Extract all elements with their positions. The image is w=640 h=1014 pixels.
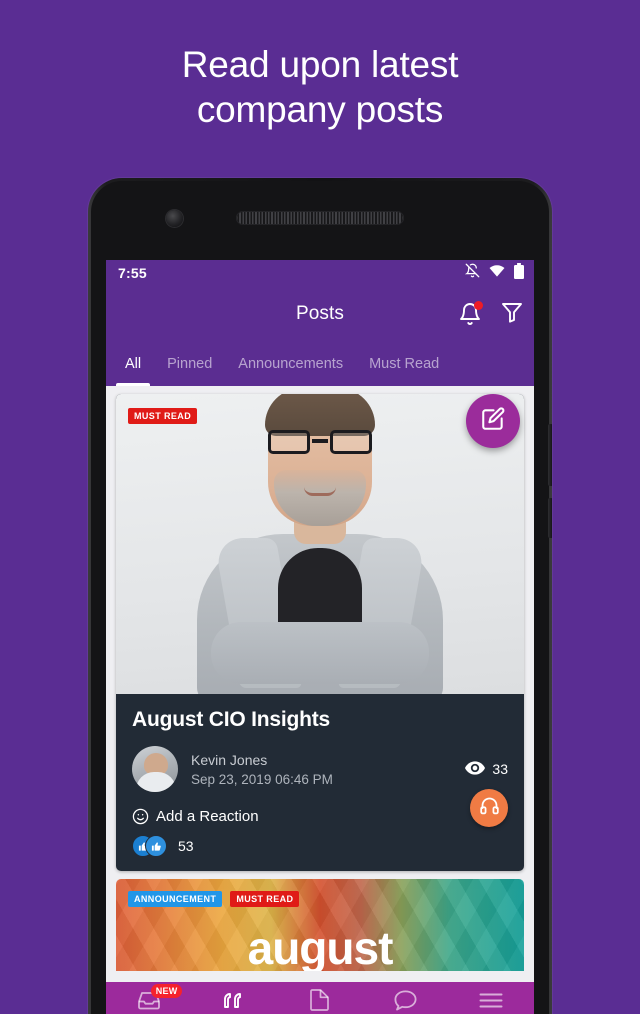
post-meta: Kevin Jones Sep 23, 2019 06:46 PM 33 — [132, 746, 508, 792]
notifications-button[interactable] — [458, 301, 483, 326]
eye-icon — [465, 760, 486, 778]
file-icon — [310, 989, 330, 1014]
post-hero-title: august — [247, 922, 394, 971]
listen-audio-button[interactable] — [470, 789, 508, 827]
earpiece-speaker — [236, 211, 404, 225]
tab-label: Announcements — [238, 356, 344, 372]
filter-button[interactable] — [500, 300, 524, 329]
status-badge-must-read: MUST READ — [230, 891, 300, 907]
status-bar-clock: 7:55 — [118, 265, 147, 281]
posts-feed[interactable]: MUST READ August CIO Insights Kevin Jone… — [106, 386, 534, 1014]
nav-item-more[interactable]: More — [448, 982, 534, 1014]
compose-post-button[interactable] — [466, 394, 520, 448]
post-views-count: 33 — [492, 761, 508, 777]
wifi-icon — [489, 264, 505, 282]
post-hero-image: MUST READ — [116, 394, 524, 694]
tab-all[interactable]: All — [112, 342, 154, 386]
nav-item-chats[interactable]: Chats — [363, 982, 449, 1014]
tab-must-read[interactable]: Must Read — [356, 342, 452, 386]
post-views: 33 — [465, 760, 508, 778]
post-likes[interactable]: 53 — [132, 835, 508, 857]
thumbs-up-icon — [145, 835, 167, 857]
nav-item-news-feed[interactable]: NEW News Feed — [106, 982, 192, 1014]
tab-label: Must Read — [369, 356, 440, 372]
smiley-icon — [132, 808, 149, 825]
headphones-icon — [479, 795, 500, 821]
quote-icon — [222, 990, 246, 1014]
promo-headline: Read upon latest company posts — [0, 42, 640, 132]
app-bar-actions — [458, 300, 524, 329]
compose-icon — [480, 406, 506, 437]
post-card[interactable]: ANNOUNCEMENT MUST READ august — [116, 879, 524, 971]
post-author-block: Kevin Jones Sep 23, 2019 06:46 PM — [191, 752, 333, 787]
tab-announcements[interactable]: Announcements — [225, 342, 356, 386]
status-bar: 7:55 — [106, 260, 534, 286]
post-card-body: August CIO Insights Kevin Jones Sep 23, … — [116, 694, 524, 871]
add-reaction-label: Add a Reaction — [156, 808, 259, 825]
front-camera-icon — [166, 210, 183, 227]
post-timestamp: Sep 23, 2019 06:46 PM — [191, 771, 333, 787]
power-button[interactable] — [548, 498, 552, 538]
post-title: August CIO Insights — [132, 708, 331, 731]
promo-headline-line-1: Read upon latest — [181, 44, 459, 85]
nav-item-posts[interactable]: Posts — [192, 982, 278, 1014]
notification-dot-badge — [474, 301, 483, 310]
tab-label: All — [125, 356, 142, 372]
phone-screen: 7:55 Posts All Pinned Announcements Must… — [106, 260, 534, 1014]
hamburger-icon — [479, 992, 503, 1014]
tab-bar: All Pinned Announcements Must Read — [106, 342, 534, 386]
avatar — [132, 746, 178, 792]
nav-item-files[interactable]: Files — [277, 982, 363, 1014]
status-badge-announcement: ANNOUNCEMENT — [128, 891, 223, 907]
promo-screenshot: Read upon latest company posts 7:55 Post… — [0, 0, 640, 1014]
phone-device-mockup: 7:55 Posts All Pinned Announcements Must… — [88, 178, 552, 1014]
volume-up-button[interactable] — [548, 424, 552, 486]
status-badge-must-read: MUST READ — [128, 408, 198, 424]
reaction-icons — [132, 835, 172, 857]
battery-icon — [514, 262, 524, 284]
app-bar: Posts — [106, 286, 534, 342]
post-author-name: Kevin Jones — [191, 751, 268, 768]
post-badges: MUST READ — [128, 408, 198, 424]
post-hero-photo-person — [195, 394, 445, 694]
post-likes-count: 53 — [178, 838, 194, 854]
chat-icon — [394, 990, 417, 1014]
bell-off-icon — [464, 263, 480, 283]
post-card[interactable]: MUST READ August CIO Insights Kevin Jone… — [116, 394, 524, 871]
tab-label: Pinned — [167, 356, 213, 372]
add-reaction-button[interactable]: Add a Reaction — [132, 808, 508, 825]
promo-headline-line-2: company posts — [196, 89, 444, 130]
new-badge: NEW — [150, 984, 183, 998]
post-badges: ANNOUNCEMENT MUST READ — [128, 891, 300, 907]
status-bar-icons — [464, 262, 524, 284]
tab-pinned[interactable]: Pinned — [154, 342, 225, 386]
bottom-navigation-bar: NEW News Feed — [106, 982, 534, 1014]
